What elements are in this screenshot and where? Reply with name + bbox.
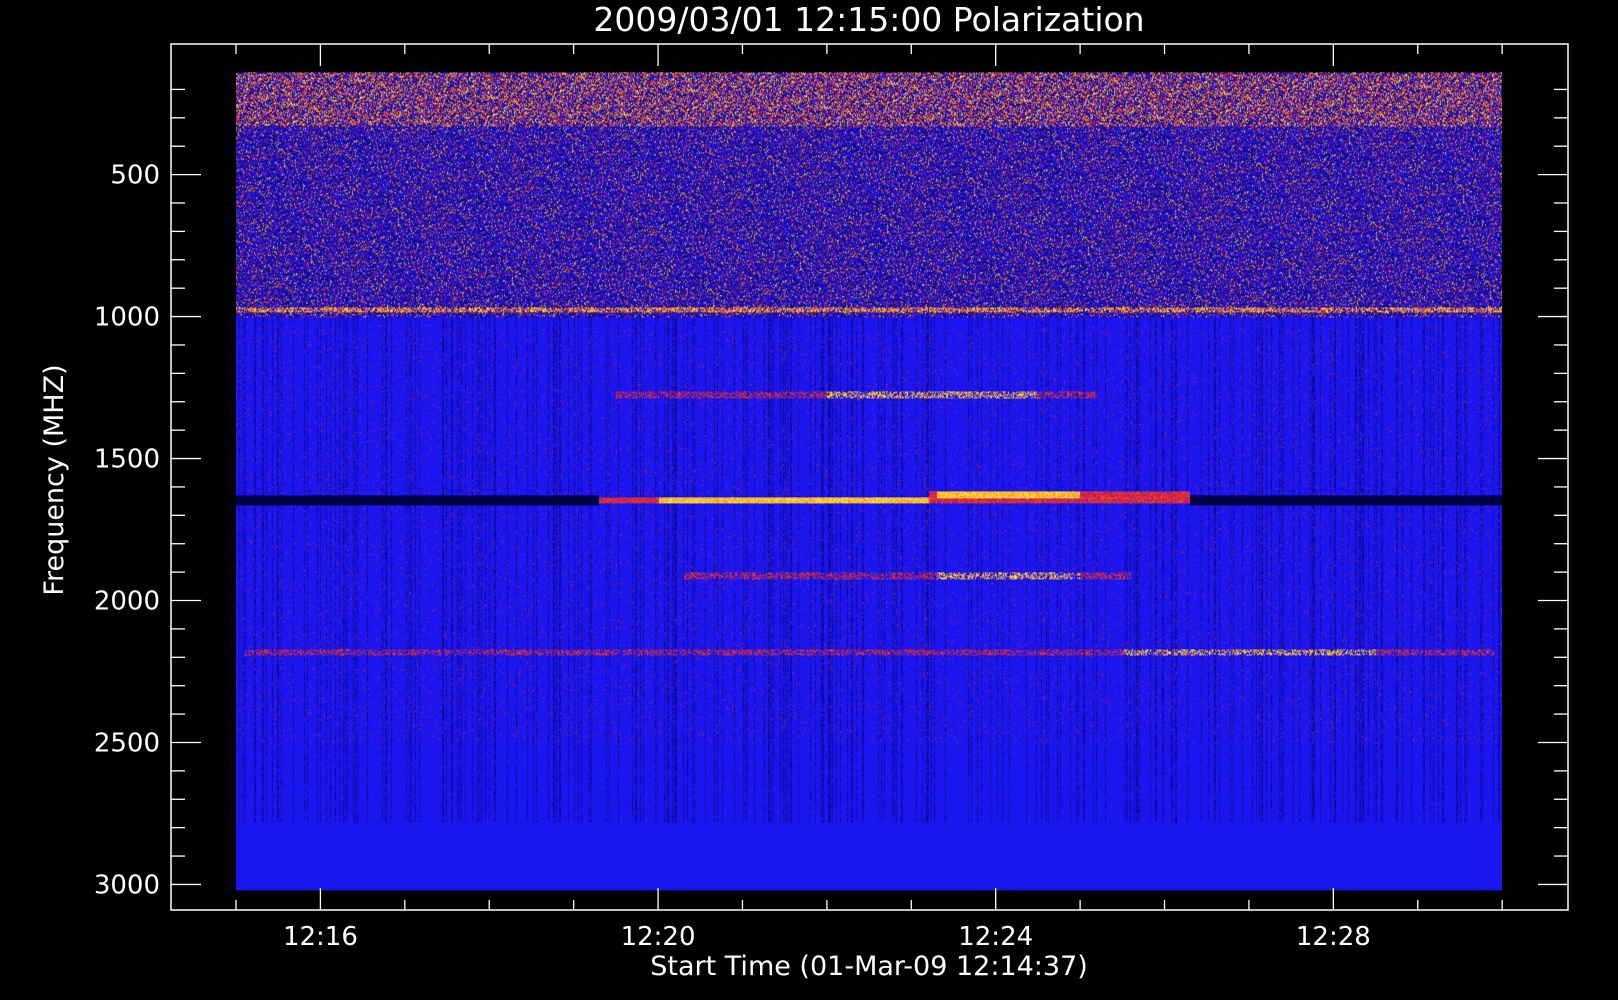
x-tick-label: 12:28 <box>1296 922 1371 952</box>
spectrogram-heatmap <box>235 72 1502 891</box>
x-axis-label: Start Time (01-Mar-09 12:14:37) <box>650 951 1088 982</box>
x-tick-label: 12:24 <box>958 922 1033 952</box>
y-tick-label: 3000 <box>94 870 160 900</box>
x-tick-label: 12:16 <box>283 922 358 952</box>
y-axis-label: Frequency (MHZ) <box>39 364 70 595</box>
y-tick-label: 2500 <box>94 728 160 758</box>
spectrogram-chart: 2009/03/01 12:15:00 Polarization 12:16 12… <box>0 0 1618 1000</box>
spectrogram-image <box>235 72 1502 891</box>
y-tick-label: 1500 <box>94 445 160 475</box>
chart-title: 2009/03/01 12:15:00 Polarization <box>593 0 1144 39</box>
y-tick-label: 500 <box>110 161 160 191</box>
y-tick-label: 1000 <box>94 303 160 333</box>
x-tick-label: 12:20 <box>621 922 696 952</box>
y-tick-label: 2000 <box>94 587 160 617</box>
